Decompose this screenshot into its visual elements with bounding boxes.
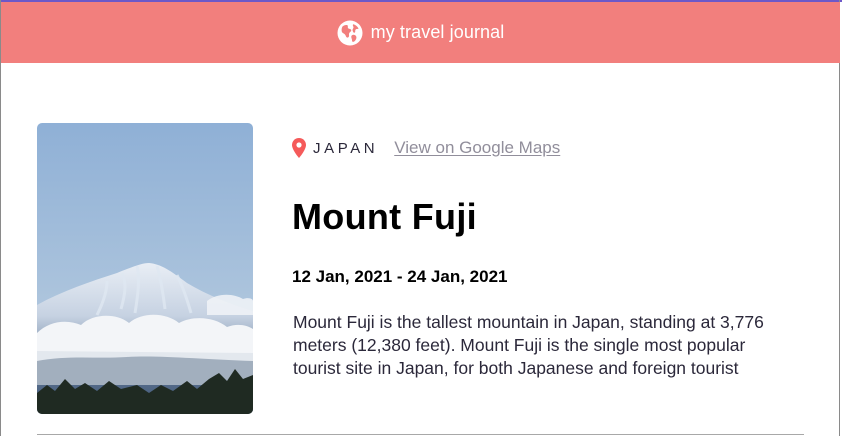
place-title: Mount Fuji — [292, 196, 477, 237]
view-on-google-maps-link[interactable]: View on Google Maps — [394, 138, 560, 158]
location-row: JAPAN View on Google Maps — [292, 136, 560, 160]
app-header: my travel journal — [1, 2, 840, 63]
header-brand: my travel journal — [337, 20, 505, 46]
entry-divider — [37, 434, 804, 435]
country-label: JAPAN — [313, 139, 379, 157]
mount-fuji-photo — [37, 123, 253, 414]
mount-fuji-illustration — [37, 123, 253, 414]
map-pin-icon — [292, 138, 306, 158]
place-description: Mount Fuji is the tallest mountain in Ja… — [293, 312, 764, 378]
globe-icon — [337, 20, 363, 45]
trip-dates: 12 Jan, 2021 - 24 Jan, 2021 — [292, 267, 508, 286]
app-title: my travel journal — [370, 22, 505, 42]
